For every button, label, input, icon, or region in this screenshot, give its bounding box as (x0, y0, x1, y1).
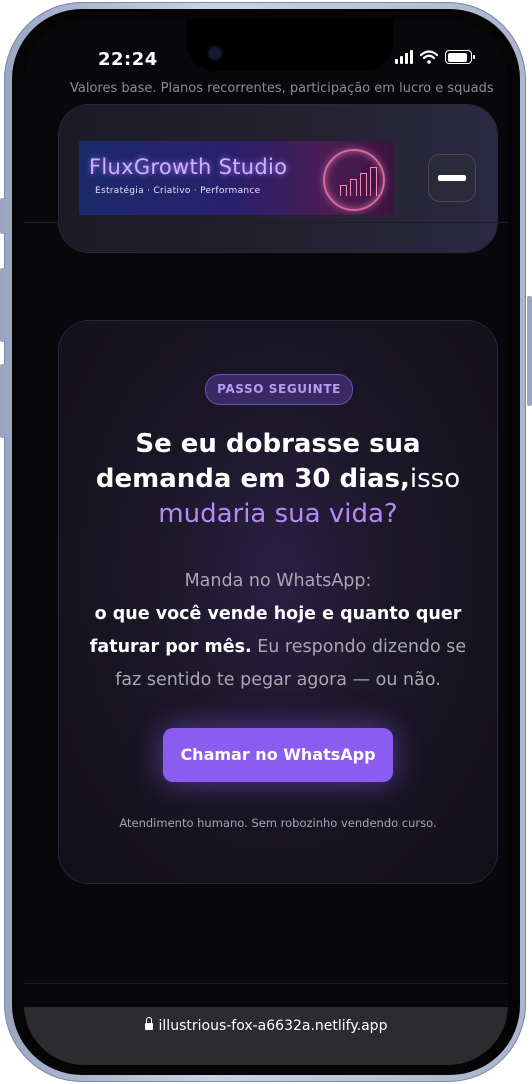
body-intro: Manda no WhatsApp: (184, 571, 372, 591)
phone-bezel: Valores base. Planos recorrentes, partic… (12, 9, 520, 1075)
wifi-icon (420, 50, 438, 64)
step-badge: PASSO SEGUINTE (205, 374, 353, 405)
lock-icon (144, 1017, 153, 1030)
power-button (527, 296, 532, 406)
headline-bold: demanda em 30 dias, (95, 464, 410, 494)
brand-logo[interactable]: FluxGrowth Studio Estratégia · Criativo … (79, 141, 393, 215)
headline-line-3: mudaria sua vida? (59, 497, 497, 532)
status-icons (395, 50, 475, 64)
browser-address-bar[interactable]: illustrious-fox-a6632a.netlify.app (24, 1007, 508, 1065)
menu-button[interactable] (428, 154, 476, 202)
logo-title: FluxGrowth Studio (89, 155, 288, 179)
camera-icon (209, 47, 221, 59)
cellular-signal-icon (395, 50, 413, 64)
headline-purple-b: sua vida? (274, 499, 398, 529)
screen: Valores base. Planos recorrentes, partic… (24, 19, 508, 1065)
partial-text: Valores base. Planos recorrentes, partic… (70, 81, 494, 96)
headline-line-1: Se eu dobrasse sua (135, 429, 421, 459)
footer-divider (24, 983, 508, 984)
url-text: illustrious-fox-a6632a.netlify.app (158, 1018, 388, 1034)
header-divider (24, 222, 508, 223)
cta-card: PASSO SEGUINTE Se eu dobrasse sua demand… (59, 321, 497, 883)
url-display: illustrious-fox-a6632a.netlify.app (24, 1017, 508, 1034)
headline-light: isso (409, 464, 461, 494)
cta-body: Manda no WhatsApp: o que você vende hoje… (83, 565, 473, 697)
cta-headline: Se eu dobrasse sua demanda em 30 dias,is… (59, 427, 497, 532)
growth-chart-icon (323, 149, 385, 211)
headline-purple-a: mudaria (158, 499, 275, 529)
battery-icon (445, 50, 475, 64)
dynamic-island (187, 19, 393, 71)
menu-icon (438, 175, 466, 181)
site-header: FluxGrowth Studio Estratégia · Criativo … (59, 105, 497, 252)
cta-footnote: Atendimento humano. Sem robozinho venden… (119, 816, 437, 830)
status-time: 22:24 (98, 49, 158, 70)
volume-down-button (0, 364, 5, 438)
action-button (0, 198, 5, 234)
volume-up-button (0, 268, 5, 342)
headline-line-2: demanda em 30 dias,isso (59, 462, 497, 497)
logo-tagline: Estratégia · Criativo · Performance (95, 186, 261, 196)
whatsapp-button[interactable]: Chamar no WhatsApp (163, 728, 393, 782)
